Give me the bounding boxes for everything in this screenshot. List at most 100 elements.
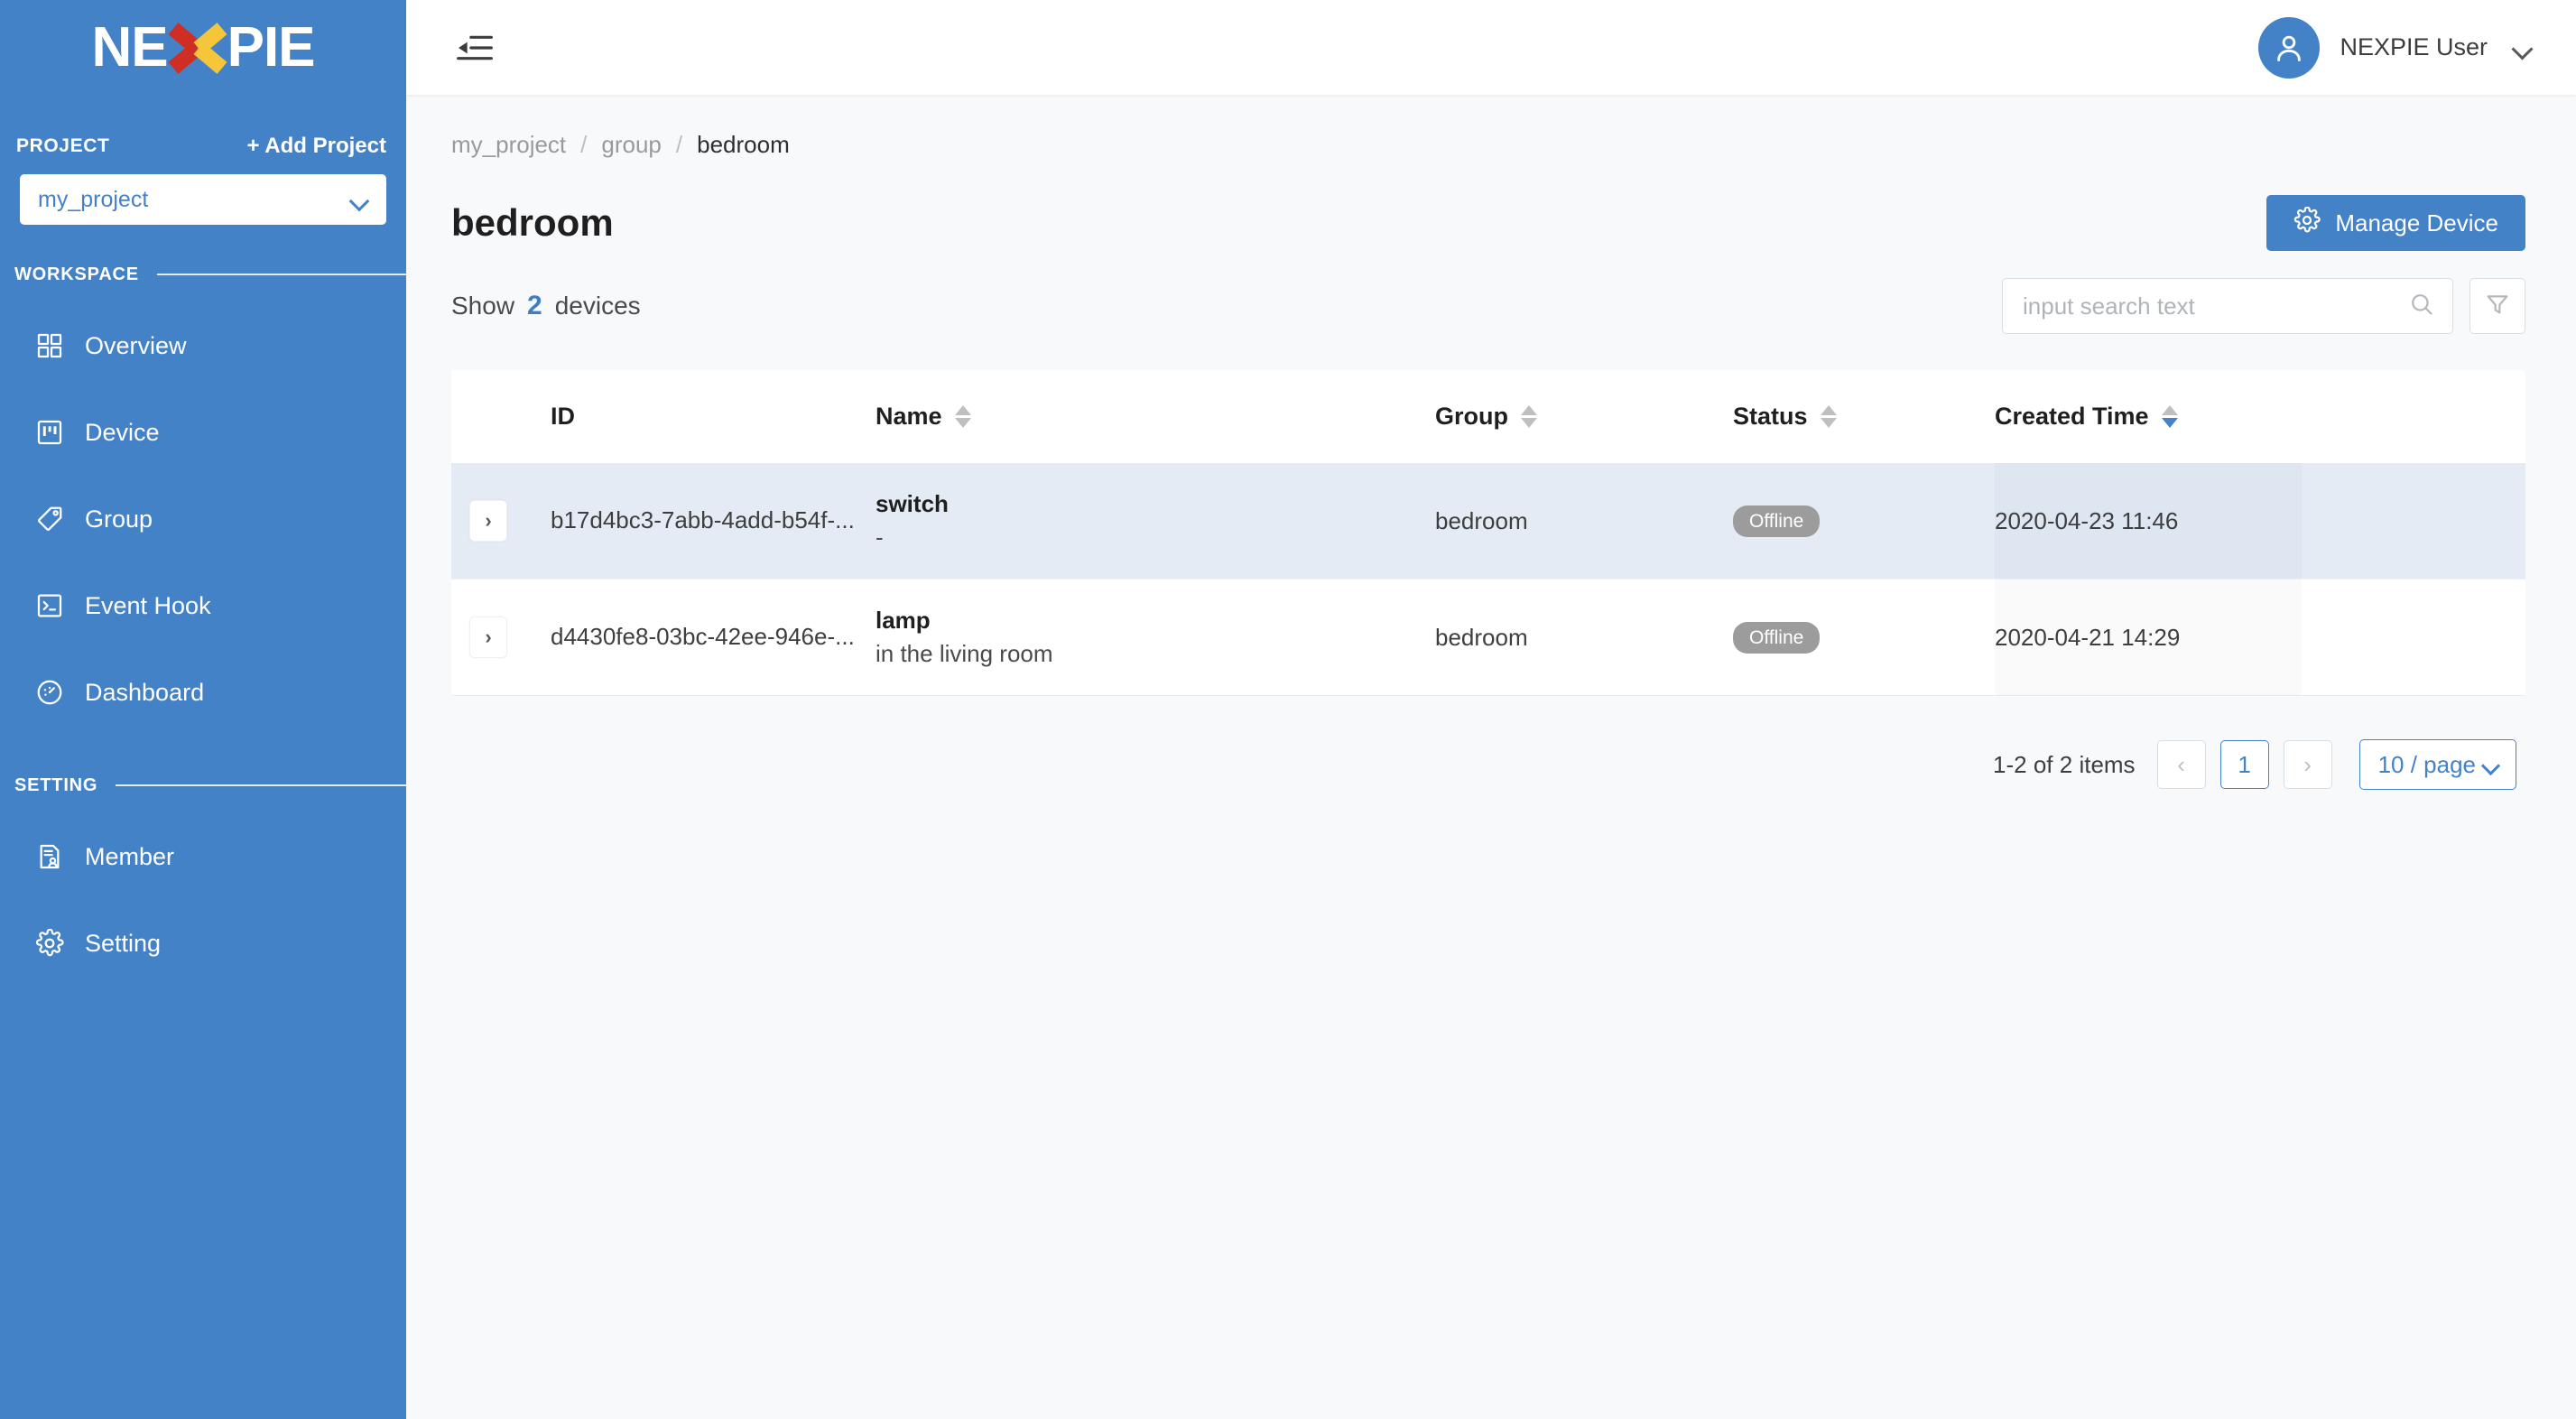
nav-workspace: Overview Device Group Event Hook Dashboa… [0, 302, 406, 736]
project-select-value: my_project [38, 186, 149, 212]
sidebar-item-label: Event Hook [85, 591, 211, 619]
breadcrumb-separator: / [580, 131, 588, 158]
divider [156, 274, 406, 275]
page-size-value: 10 / page [2377, 750, 2476, 778]
brand-logo[interactable]: NE PIE [0, 0, 406, 95]
row-expand-button[interactable]: › [469, 617, 507, 658]
pagination-next-button[interactable]: › [2283, 740, 2332, 789]
sort-toggle-status[interactable] [1820, 405, 1837, 428]
chevron-right-icon: › [485, 626, 492, 648]
header-created-time[interactable]: Created Time [1995, 370, 2302, 463]
top-bar: NEXPIE User [406, 0, 2576, 95]
table-head: ID Name Group Status Created Time [451, 370, 2525, 463]
divider [116, 784, 406, 786]
cell-created-time: 2020-04-23 11:46 [1995, 463, 2302, 580]
avatar [2258, 16, 2321, 79]
cell-name: lamp in the living room [876, 579, 1435, 696]
logo-text-right: PIE [227, 15, 316, 79]
sidebar-item-member[interactable]: Member [0, 813, 406, 900]
pagination-prev-button[interactable]: ‹ [2156, 740, 2206, 789]
sidebar-item-overview[interactable]: Overview [0, 302, 406, 389]
add-project-button[interactable]: + Add Project [247, 134, 386, 159]
cell-status: Offline [1733, 579, 1995, 696]
sort-toggle-name[interactable] [954, 405, 971, 428]
header-label: Status [1733, 403, 1808, 430]
cell-spacer [2302, 463, 2525, 580]
header-status[interactable]: Status [1733, 370, 1995, 463]
device-name: lamp [876, 607, 931, 634]
device-created-time: 2020-04-21 14:29 [1995, 623, 2181, 651]
device-id: b17d4bc3-7abb-4add-b54f-... [551, 506, 855, 534]
page-size-select[interactable]: 10 / page [2358, 739, 2516, 790]
breadcrumb: my_project / group / bedroom [451, 131, 2525, 159]
header-label: Name [876, 403, 942, 430]
manage-device-button[interactable]: Manage Device [2266, 195, 2525, 251]
sidebar-item-event-hook[interactable]: Event Hook [0, 562, 406, 649]
project-window-icon [34, 417, 65, 448]
sidebar-item-dashboard[interactable]: Dashboard [0, 649, 406, 736]
sort-toggle-created-time[interactable] [2161, 405, 2178, 428]
header-group[interactable]: Group [1435, 370, 1733, 463]
cell-id: d4430fe8-03bc-42ee-946e-... [551, 579, 876, 696]
title-row: bedroom Manage Device [451, 195, 2525, 251]
device-created-time: 2020-04-23 11:46 [1995, 506, 2179, 534]
cell-status: Offline [1733, 463, 1995, 580]
device-description: - [876, 524, 884, 551]
section-title: SETTING [14, 774, 98, 795]
header-id: ID [551, 370, 876, 463]
table-row[interactable]: › d4430fe8-03bc-42ee-946e-... lamp in th… [451, 579, 2525, 696]
row-expand-button[interactable]: › [469, 500, 507, 542]
app-root: NE PIE PROJECT + Add Project my_project … [0, 0, 2576, 1419]
search-area [2002, 278, 2525, 334]
show-suffix: devices [554, 292, 641, 320]
sidebar-item-label: Device [85, 418, 160, 446]
pagination-total: 1-2 of 2 items [1993, 750, 2136, 778]
sort-toggle-group[interactable] [1521, 405, 1537, 428]
search-icon[interactable] [2409, 292, 2434, 321]
table-row[interactable]: › b17d4bc3-7abb-4add-b54f-... switch - b… [451, 463, 2525, 580]
project-select[interactable]: my_project [20, 174, 386, 225]
sidebar-item-label: Member [85, 842, 175, 870]
table-body: › b17d4bc3-7abb-4add-b54f-... switch - b… [451, 463, 2525, 696]
device-description: in the living room [876, 640, 1053, 667]
search-input[interactable] [2023, 292, 2409, 320]
cell-spacer [2302, 579, 2525, 696]
sidebar-item-setting[interactable]: Setting [0, 900, 406, 987]
sidebar-item-group[interactable]: Group [0, 476, 406, 562]
header-name[interactable]: Name [876, 370, 1435, 463]
code-console-icon [34, 590, 65, 621]
gear-icon [2293, 206, 2321, 240]
section-header-workspace: WORKSPACE [0, 261, 406, 288]
nav-setting: Member Setting [0, 813, 406, 987]
sidebar-item-label: Overview [85, 331, 187, 359]
header-label: Created Time [1995, 403, 2149, 430]
cell-group: bedroom [1435, 463, 1733, 580]
page-content: my_project / group / bedroom bedroom Man… [406, 95, 2576, 1419]
device-count-line: Show 2 devices [451, 291, 641, 321]
user-menu[interactable]: NEXPIE User [2258, 16, 2544, 79]
search-box[interactable] [2002, 278, 2453, 334]
table-header-row: ID Name Group Status Created Time [451, 370, 2525, 463]
sidebar-item-label: Group [85, 505, 153, 533]
cell-group: bedroom [1435, 579, 1733, 696]
breadcrumb-item-group[interactable]: group [601, 131, 662, 159]
appstore-icon [34, 330, 65, 361]
pagination-page-1[interactable]: 1 [2219, 740, 2269, 789]
section-header-setting: SETTING [0, 772, 406, 799]
sidebar-item-device[interactable]: Device [0, 389, 406, 476]
project-label: PROJECT [16, 135, 110, 156]
page-title: bedroom [451, 201, 614, 244]
header-spacer [2302, 370, 2525, 463]
filter-button[interactable] [2469, 278, 2525, 334]
section-title: WORKSPACE [14, 264, 139, 284]
menu-fold-icon[interactable] [457, 34, 493, 61]
header-label: ID [551, 403, 575, 430]
pagination: 1-2 of 2 items ‹ 1 › 10 / page [451, 739, 2525, 790]
device-id: d4430fe8-03bc-42ee-946e-... [551, 623, 855, 651]
device-table-card: ID Name Group Status Created Time › b17d… [451, 370, 2525, 696]
header-label: Group [1435, 403, 1508, 430]
device-table: ID Name Group Status Created Time › b17d… [451, 370, 2525, 696]
dashboard-gauge-icon [34, 677, 65, 708]
status-badge: Offline [1733, 621, 1821, 654]
breadcrumb-item-project[interactable]: my_project [451, 131, 566, 159]
